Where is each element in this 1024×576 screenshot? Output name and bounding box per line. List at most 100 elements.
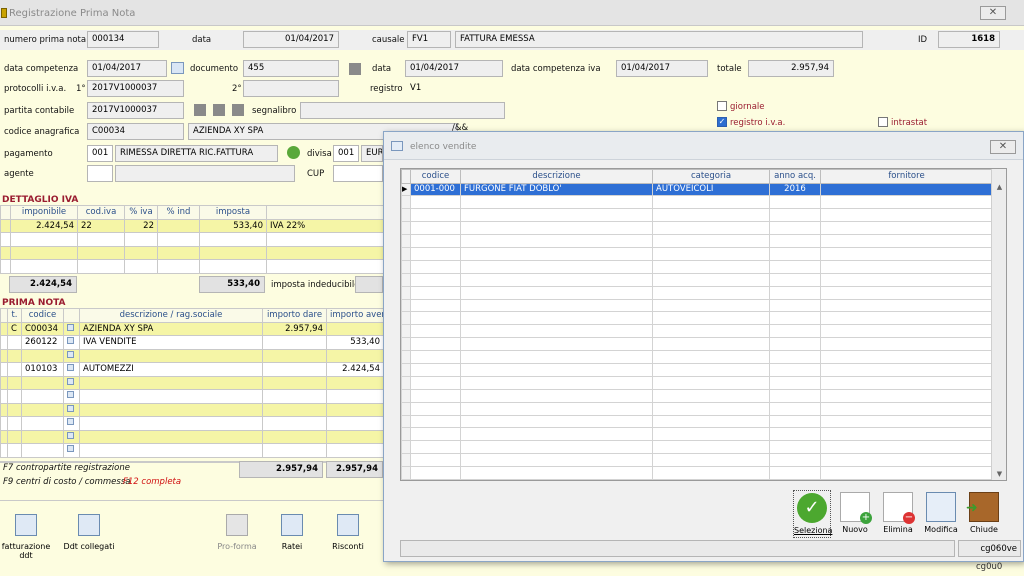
- table-row[interactable]: [401, 427, 1006, 442]
- seleziona-button[interactable]: ✓ Seleziona: [793, 490, 832, 538]
- table-row[interactable]: [401, 375, 1006, 390]
- detail-icon[interactable]: [67, 377, 74, 385]
- divisa-label: divisa: [307, 149, 332, 159]
- pro-forma-button[interactable]: Pro-forma: [215, 514, 259, 551]
- scrollbar[interactable]: ▲ ▼: [991, 169, 1006, 480]
- table-row[interactable]: [401, 234, 1006, 248]
- detail-icon[interactable]: [67, 391, 74, 399]
- divisa-code-field[interactable]: 001: [333, 145, 359, 162]
- chiude-button[interactable]: ➜ Chiude: [965, 492, 1003, 534]
- table-row[interactable]: [401, 298, 1006, 313]
- intrastat-label: intrastat: [891, 118, 928, 128]
- table-row[interactable]: [401, 362, 1006, 377]
- detail-icon[interactable]: [67, 323, 74, 331]
- pagamento-code-field[interactable]: 001: [87, 145, 113, 162]
- causale-code-field[interactable]: FV1: [407, 31, 451, 48]
- cup-field[interactable]: [333, 165, 383, 182]
- dialog-title-bar: elenco vendite ✕: [384, 132, 1023, 160]
- table-row[interactable]: 010103 AUTOMEZZI 2.424,54: [0, 362, 384, 377]
- calendar-icon[interactable]: [171, 62, 184, 74]
- numero-field[interactable]: 000134: [87, 31, 159, 48]
- grid-header[interactable]: categoria: [652, 169, 770, 184]
- data-doc-field[interactable]: 01/04/2017: [405, 60, 503, 77]
- agente-code-field[interactable]: [87, 165, 113, 182]
- table-row[interactable]: 2.424,54 22 22 533,40 IVA 22%: [0, 218, 384, 233]
- grid-header[interactable]: fornitore: [820, 169, 993, 184]
- table-row[interactable]: [0, 259, 384, 274]
- grid-header[interactable]: descrizione: [460, 169, 653, 184]
- elimina-button[interactable]: − Elimina: [879, 492, 917, 534]
- table-row[interactable]: [401, 324, 1006, 339]
- table-row[interactable]: [401, 453, 1006, 468]
- action-icon-1[interactable]: [194, 104, 206, 116]
- intrastat-checkbox[interactable]: [878, 117, 888, 127]
- nuovo-button[interactable]: + Nuovo: [836, 492, 874, 534]
- competenza-iva-field[interactable]: 01/04/2017: [616, 60, 708, 77]
- registro-iva-checkbox[interactable]: ✓: [717, 117, 727, 127]
- detail-icon[interactable]: [67, 431, 74, 439]
- detail-icon[interactable]: [67, 445, 74, 453]
- iva-header: % iva: [124, 205, 158, 220]
- documento-field[interactable]: 455: [243, 60, 339, 77]
- chevron-up-icon[interactable]: ▲: [992, 183, 1006, 191]
- table-row[interactable]: 260122 IVA VENDITE 533,40: [0, 335, 384, 350]
- refresh-icon[interactable]: [287, 146, 300, 159]
- grid-header[interactable]: codice: [410, 169, 461, 184]
- action-icon-2[interactable]: [213, 104, 225, 116]
- detail-icon[interactable]: [67, 418, 74, 426]
- detail-icon[interactable]: [67, 337, 74, 345]
- detail-icon[interactable]: [67, 350, 74, 358]
- table-row[interactable]: C C00034 AZIENDA XY SPA 2.957,94: [0, 321, 384, 336]
- modifica-button[interactable]: Modifica: [922, 492, 960, 534]
- table-row[interactable]: [401, 285, 1006, 300]
- table-row[interactable]: [0, 416, 384, 431]
- dialog-close-button[interactable]: ✕: [990, 140, 1016, 154]
- table-row[interactable]: [401, 401, 1006, 416]
- table-row[interactable]: [0, 402, 384, 417]
- protocollo1-field[interactable]: 2017V1000037: [87, 80, 184, 97]
- ratei-button[interactable]: Ratei: [276, 514, 308, 551]
- table-row[interactable]: [401, 246, 1006, 261]
- table-row[interactable]: [401, 440, 1006, 455]
- table-row[interactable]: [401, 337, 1006, 352]
- prima-header: codice: [21, 308, 64, 323]
- data-field[interactable]: 01/04/2017: [243, 31, 339, 48]
- table-row[interactable]: [401, 208, 1006, 223]
- competenza-field[interactable]: 01/04/2017: [87, 60, 167, 77]
- segnalibro-field[interactable]: [300, 102, 505, 119]
- protocollo2-field[interactable]: [243, 80, 339, 97]
- prima-header: descrizione / rag.sociale: [79, 308, 263, 323]
- table-row[interactable]: [0, 375, 384, 390]
- totale-field[interactable]: 2.957,94: [748, 60, 834, 77]
- table-row[interactable]: [0, 348, 384, 363]
- giornale-checkbox[interactable]: [717, 101, 727, 111]
- detail-icon[interactable]: [67, 364, 74, 372]
- anagrafica-code-field[interactable]: C00034: [87, 123, 184, 140]
- table-row[interactable]: [401, 414, 1006, 429]
- partita-field[interactable]: 2017V1000037: [87, 102, 184, 119]
- table-row[interactable]: [401, 221, 1006, 236]
- table-row[interactable]: [401, 466, 1006, 480]
- detail-icon[interactable]: [67, 404, 74, 412]
- table-row[interactable]: [0, 389, 384, 404]
- table-row[interactable]: [0, 443, 384, 458]
- table-row[interactable]: [401, 195, 1006, 210]
- delete-document-icon: −: [883, 492, 915, 524]
- table-row[interactable]: ▶ 0001-000 FURGONE FIAT DOBLO' AUTOVEICOLI 2…: [401, 182, 1006, 197]
- table-row[interactable]: [0, 429, 384, 444]
- document-flag-icon[interactable]: [349, 63, 361, 75]
- risconti-button[interactable]: Risconti: [330, 514, 366, 551]
- table-row[interactable]: [0, 245, 384, 260]
- chevron-down-icon[interactable]: ▼: [992, 470, 1006, 478]
- table-row[interactable]: [401, 350, 1006, 364]
- ddt-collegati-button[interactable]: Ddt collegati: [62, 514, 116, 551]
- table-row[interactable]: [0, 232, 384, 247]
- table-row[interactable]: [401, 272, 1006, 287]
- grid-header[interactable]: anno acq.: [769, 169, 821, 184]
- action-icon-3[interactable]: [232, 104, 244, 116]
- table-row[interactable]: [401, 259, 1006, 274]
- close-button[interactable]: ✕: [980, 6, 1006, 20]
- table-row[interactable]: [401, 388, 1006, 403]
- table-row[interactable]: [401, 311, 1006, 326]
- fatturazione-ddt-button[interactable]: fatturazione ddt: [0, 514, 52, 560]
